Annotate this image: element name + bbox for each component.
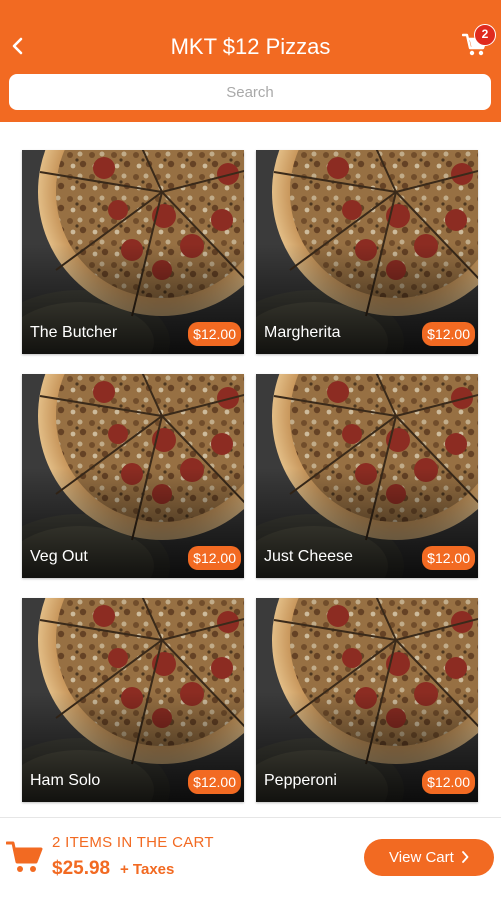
page-title: MKT $12 Pizzas (170, 34, 331, 59)
product-name: Just Cheese (264, 548, 353, 565)
cart-items-count: 2 ITEMS IN THE CART (52, 834, 214, 851)
search-input[interactable] (9, 74, 491, 110)
back-button[interactable] (4, 30, 30, 62)
price-badge: $12.00 (188, 322, 241, 346)
price-badge: $12.00 (188, 546, 241, 570)
chevron-left-icon (12, 37, 23, 55)
product-name: Ham Solo (30, 772, 101, 789)
app-header: MKT $12 Pizzas 2 (0, 0, 501, 122)
product-name: Pepperoni (264, 772, 337, 789)
cart-total: $25.98 (52, 858, 111, 879)
product-card-just-cheese[interactable]: Just Cheese $12.00 (256, 374, 478, 578)
product-card-ham-solo[interactable]: Ham Solo $12.00 (22, 598, 244, 802)
product-card-veg-out[interactable]: Veg Out $12.00 (22, 374, 244, 578)
product-name: Veg Out (30, 548, 88, 565)
view-cart-label: View Cart (389, 849, 454, 866)
shopping-cart-icon (6, 841, 43, 872)
product-card-the-butcher[interactable]: The Butcher $12.00 (22, 150, 244, 354)
price-badge: $12.00 (422, 546, 475, 570)
cart-button[interactable]: 2 (458, 24, 498, 64)
chevron-right-icon (462, 851, 469, 863)
product-name: The Butcher (30, 324, 118, 341)
product-card-pepperoni[interactable]: Pepperoni $12.00 (256, 598, 478, 802)
price-badge: $12.00 (188, 770, 241, 794)
product-name: Margherita (264, 324, 341, 341)
cart-count-badge: 2 (474, 24, 496, 46)
view-cart-button[interactable]: View Cart (364, 839, 494, 876)
price-badge: $12.00 (422, 322, 475, 346)
price-badge: $12.00 (422, 770, 475, 794)
product-card-margherita[interactable]: Margherita $12.00 (256, 150, 478, 354)
taxes-note: + Taxes (120, 861, 175, 878)
cart-summary-bar: 2 ITEMS IN THE CART $25.98 + Taxes View … (0, 817, 501, 900)
